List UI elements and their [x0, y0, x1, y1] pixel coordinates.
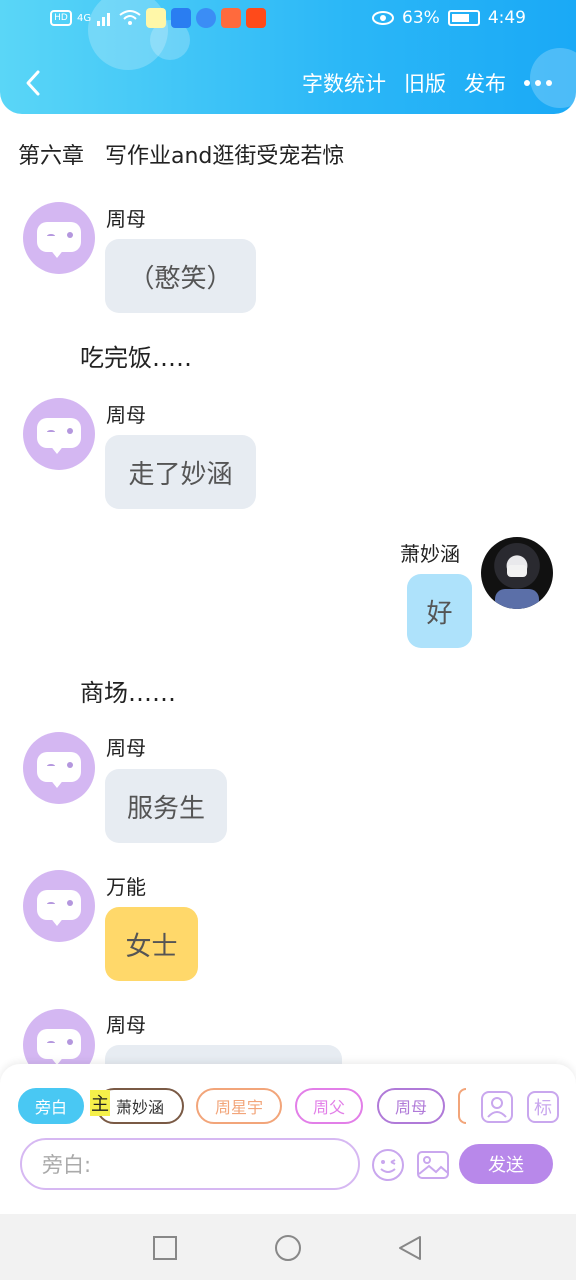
- status-icons-left: HD 4G: [50, 8, 267, 28]
- avatar[interactable]: [23, 398, 95, 470]
- message-bubble[interactable]: 走了妙涵: [105, 435, 256, 509]
- sender-name: 周母: [106, 1013, 146, 1037]
- sender-name: 周母: [106, 403, 146, 427]
- browser-icon: [196, 8, 217, 28]
- top-actions: 字数统计 旧版 发布: [302, 68, 552, 98]
- avatar[interactable]: [23, 870, 95, 942]
- signal-icon: [97, 13, 111, 26]
- chapter-title: 第六章 写作业and逛街受宠若惊: [18, 144, 345, 169]
- home-icon[interactable]: [274, 1234, 302, 1262]
- user-avatar[interactable]: [481, 537, 553, 609]
- narration-text[interactable]: 商场……: [80, 673, 176, 708]
- word-count-button[interactable]: 字数统计: [302, 68, 386, 98]
- message-input[interactable]: 旁白:: [20, 1138, 360, 1190]
- back-nav-icon[interactable]: [396, 1234, 424, 1262]
- old-version-button[interactable]: 旧版: [404, 68, 446, 98]
- message-bubble[interactable]: 服务生: [105, 769, 227, 843]
- wifi-icon: [119, 10, 141, 25]
- avatar[interactable]: [23, 202, 95, 274]
- back-arrow-icon[interactable]: [20, 68, 50, 98]
- message-bubble[interactable]: 好: [407, 574, 472, 648]
- game-icon: [221, 8, 242, 28]
- battery-icon: [447, 10, 480, 26]
- baidu-icon: [171, 8, 192, 28]
- top-bar: 字数统计 旧版 发布: [0, 60, 576, 110]
- narration-text[interactable]: 吃完饭…‥: [80, 338, 192, 373]
- sender-name: 万能: [106, 875, 146, 899]
- taobao-icon: [246, 8, 267, 28]
- message-bubble[interactable]: 女士: [105, 907, 198, 981]
- character-icon[interactable]: [481, 1091, 513, 1123]
- role-chip-zhoumu[interactable]: 周母: [377, 1088, 445, 1124]
- protagonist-marker: 主: [90, 1090, 110, 1116]
- image-icon[interactable]: [416, 1148, 450, 1182]
- mark-button[interactable]: 标: [527, 1091, 559, 1123]
- app-notification-icon: [146, 8, 167, 28]
- avatar[interactable]: [23, 732, 95, 804]
- emoji-icon[interactable]: [371, 1148, 405, 1182]
- message-bubble[interactable]: （憨笑）: [105, 239, 256, 313]
- more-icon[interactable]: [524, 80, 552, 86]
- status-bar: HD 4G 63% 4:49: [0, 0, 576, 40]
- sender-name: 周母: [106, 736, 146, 760]
- recent-apps-icon[interactable]: [151, 1234, 179, 1262]
- system-nav-bar: [0, 1214, 576, 1280]
- network-label: 4G: [77, 12, 92, 24]
- role-chip-narration[interactable]: 旁白: [18, 1088, 84, 1124]
- app-header: HD 4G 63% 4:49 字数统计 旧版 发布: [0, 0, 576, 114]
- clock: 4:49: [487, 8, 526, 28]
- role-chip-zhouxingyu[interactable]: 周星宇: [196, 1088, 282, 1124]
- eye-icon: [372, 11, 395, 25]
- send-button[interactable]: 发送: [459, 1144, 553, 1184]
- sender-name: 周母: [106, 207, 146, 231]
- publish-button[interactable]: 发布: [464, 68, 506, 98]
- battery-percent: 63%: [402, 8, 440, 28]
- composer-panel: 旁白 萧妙涵 主 周星宇 周父 周母 标 旁白: 发送: [0, 1064, 576, 1214]
- sender-name: 萧妙涵: [400, 542, 460, 566]
- role-chip-zhoufu[interactable]: 周父: [295, 1088, 363, 1124]
- hd-icon: HD: [50, 10, 72, 26]
- status-icons-right: 63% 4:49: [372, 8, 526, 28]
- role-chip-partial[interactable]: [458, 1088, 466, 1124]
